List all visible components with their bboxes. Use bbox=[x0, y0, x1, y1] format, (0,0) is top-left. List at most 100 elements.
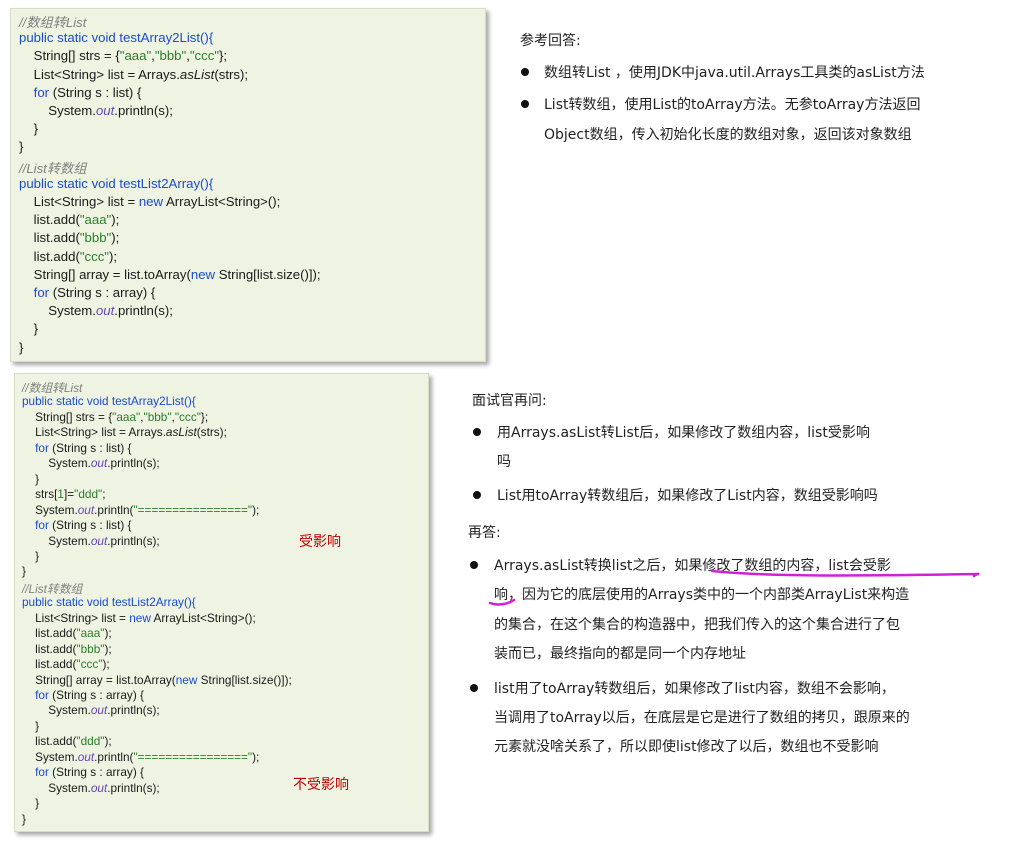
code-line: String[] array = list.toArray(new String… bbox=[19, 267, 321, 282]
code-token: ]= bbox=[63, 487, 75, 502]
code-line: for (String s : list) { bbox=[22, 440, 131, 455]
code-token: "ddd" bbox=[74, 487, 103, 502]
code-token: ); bbox=[102, 657, 110, 672]
code-token: "aaa" bbox=[79, 212, 112, 228]
code-line: List<String> list = new ArrayList<String… bbox=[22, 611, 256, 625]
code-token: System. bbox=[22, 502, 78, 517]
code-token: "ccc" bbox=[174, 409, 201, 424]
code-token: list.add( bbox=[22, 641, 77, 656]
code-line: } bbox=[22, 564, 26, 578]
answer-bullet-array-to-list: 数组转List ，使用JDK中java.util.Arrays工具类的asLis… bbox=[544, 65, 925, 81]
code-token: .println(s); bbox=[114, 103, 173, 118]
code-token: System. bbox=[22, 533, 91, 548]
bullet-dot bbox=[473, 428, 481, 436]
code-line: } bbox=[22, 549, 39, 563]
code-token: ArrayList<String>(); bbox=[150, 610, 256, 625]
code-line: //数组转List bbox=[22, 379, 82, 396]
code-token: out bbox=[77, 749, 95, 764]
code-token: //数组转List bbox=[19, 15, 87, 30]
code-token: for bbox=[35, 440, 49, 455]
code-token: } bbox=[19, 121, 39, 137]
code-line: } bbox=[22, 472, 39, 486]
code-token: public static void testList2Array(){ bbox=[19, 175, 214, 191]
code-line: System.out.println(s); bbox=[22, 533, 160, 548]
code-line: list.add("ccc"); bbox=[22, 657, 110, 671]
code-token: System. bbox=[19, 303, 96, 319]
code-line: list.add("bbb"); bbox=[19, 230, 120, 246]
code-token: "ddd" bbox=[76, 734, 105, 749]
code-token: } bbox=[22, 564, 26, 579]
code-token: asList bbox=[165, 425, 197, 440]
code-token: .println( bbox=[94, 502, 134, 517]
answer-bullet-list-to-array-line2: Object数组，传入初始化长度的数组对象，返回该对象数组 bbox=[544, 127, 912, 143]
code-token: (String s : array) { bbox=[49, 285, 156, 300]
code-line: list.add("ddd"); bbox=[22, 734, 112, 748]
code-token: } bbox=[22, 471, 40, 486]
code-line: System.out.println(s); bbox=[22, 780, 159, 795]
code-token: System. bbox=[19, 103, 96, 118]
code-line: //数组转List bbox=[19, 12, 86, 31]
code-line: List<String> list = Arrays.asList(strs); bbox=[22, 425, 227, 439]
code-token: out bbox=[90, 780, 108, 795]
code-token: "aaa" bbox=[76, 626, 105, 641]
bullet-dot bbox=[470, 684, 478, 692]
code-token: String[list.size()]); bbox=[197, 672, 292, 687]
code-line: } bbox=[19, 321, 38, 336]
code-line: list.add("bbb"); bbox=[22, 642, 112, 656]
answer-heading: 参考回答: bbox=[520, 33, 581, 49]
code-token: public static void testArray2List(){ bbox=[19, 30, 214, 46]
code-token: }; bbox=[219, 48, 228, 64]
code-line: public static void testArray2List(){ bbox=[22, 394, 196, 408]
reanswer-toarray-line2: 当调用了toArray以后，在底层是它是进行了数组的拷贝，跟原来的 bbox=[494, 710, 910, 726]
code-token: } bbox=[22, 548, 40, 563]
code-token: String[] strs = { bbox=[22, 409, 113, 424]
reanswer-aslist-line3: 的集合，在这个集合的构造器中，把我们传入的这个集合进行了包 bbox=[494, 617, 900, 633]
code-token: String[] strs = { bbox=[19, 48, 120, 64]
code-token: "aaa" bbox=[119, 48, 152, 64]
code-token: System. bbox=[22, 780, 91, 795]
code-token: }; bbox=[200, 409, 209, 424]
code-token: for bbox=[33, 84, 50, 100]
code-token: for bbox=[35, 688, 49, 702]
code-token: "================" bbox=[133, 749, 253, 764]
code-line: } bbox=[22, 812, 26, 826]
code-line: System.out.println(s); bbox=[22, 456, 160, 471]
code-token: out bbox=[95, 103, 115, 118]
code-token: ); bbox=[111, 212, 120, 228]
code-token: System. bbox=[22, 703, 91, 718]
reanswer-aslist-highlight: 如果修改了数组的内容，list会受影 bbox=[674, 558, 891, 574]
code-token: ); bbox=[111, 230, 120, 246]
code-token: (String s : list) { bbox=[49, 84, 142, 100]
code-token: for bbox=[35, 518, 49, 533]
code-token: } bbox=[19, 321, 39, 337]
code-line: String[] strs = {"aaa","bbb","ccc"}; bbox=[19, 48, 227, 63]
code-token: "================" bbox=[133, 502, 253, 517]
code-line: } bbox=[22, 719, 39, 733]
code-block-mutation-test: 受影响 不受影响 //数组转List public static void tes… bbox=[14, 373, 429, 832]
code-line: List<String> list = Arrays.asList(strs); bbox=[19, 67, 248, 82]
reanswer-toarray-line3: 元素就没啥关系了，所以即使list修改了以后，数组也不受影响 bbox=[494, 739, 879, 755]
code-token: (String s : array) { bbox=[48, 688, 144, 702]
code-line: for (String s : list) { bbox=[22, 518, 131, 533]
code-line: } bbox=[19, 121, 38, 136]
code-token: } bbox=[22, 811, 26, 826]
reanswer-aslist-line2: 响，因为它的底层使用的Arrays类中的一个内部类ArrayList来构造 bbox=[494, 584, 909, 604]
code-line: } bbox=[22, 796, 39, 810]
code-token: (String s : array) { bbox=[48, 765, 144, 780]
code-token: "ccc" bbox=[189, 48, 220, 64]
code-token: .println(s); bbox=[107, 456, 160, 471]
followup-heading: 面试官再问: bbox=[472, 393, 547, 409]
code-line: for (String s : list) { bbox=[19, 84, 142, 100]
code-line: } bbox=[19, 340, 23, 355]
code-token: String[] array = list.toArray( bbox=[22, 672, 176, 687]
code-token: "ccc" bbox=[76, 657, 103, 672]
code-line: System.out.println(s); bbox=[19, 303, 173, 318]
question-toarray: List用toArray转数组后，如果修改了List内容，数组受影响吗 bbox=[497, 488, 878, 504]
code-token: .println(s); bbox=[107, 533, 160, 548]
code-token: ArrayList<String>(); bbox=[163, 194, 281, 209]
reanswer-toarray-line1: list用了toArray转数组后，如果修改了list内容，数组不会影响， bbox=[494, 681, 895, 697]
code-token: public static void testArray2List(){ bbox=[22, 394, 196, 409]
